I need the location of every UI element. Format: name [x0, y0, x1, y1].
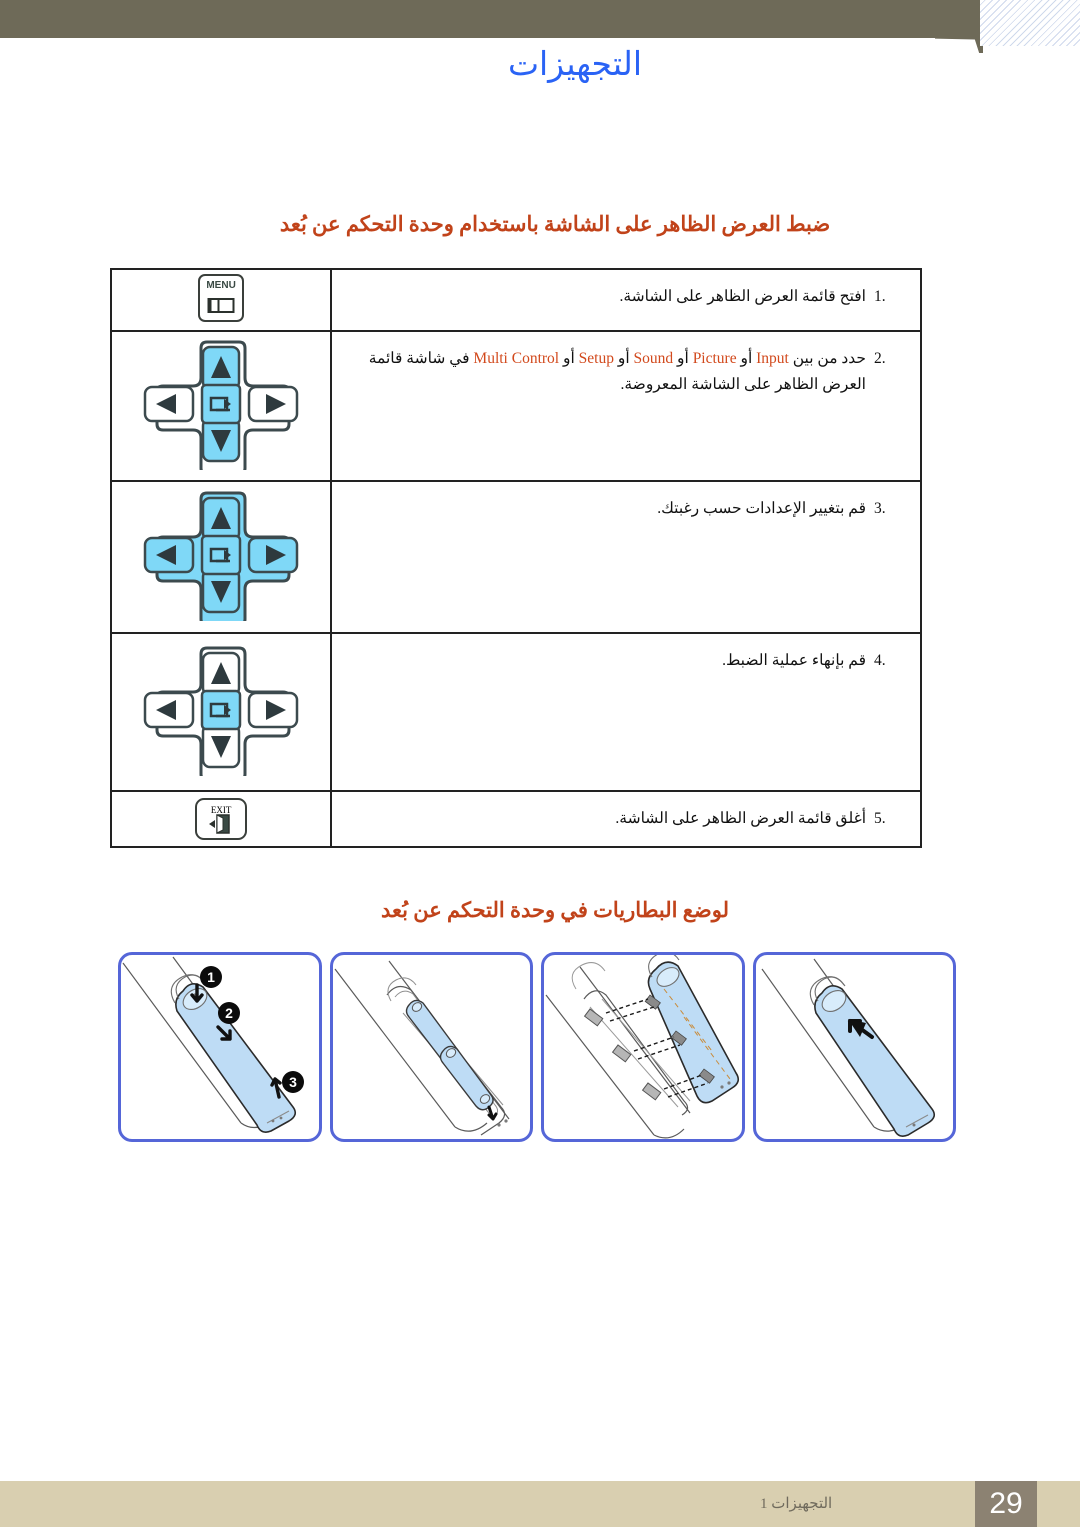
- step-3-number: 3.: [874, 500, 886, 517]
- option-picture: Picture: [692, 350, 737, 367]
- step-4-number: 4.: [874, 652, 886, 669]
- step-2-number: 2.: [874, 350, 886, 367]
- svg-text:1: 1: [207, 969, 215, 985]
- table-row: 2. حدد من بين Input أو Picture أو Sound …: [109, 330, 922, 482]
- step-2-text-before: حدد من بين: [792, 350, 866, 367]
- osd-section-heading: ضبط العرض الظاهر على الشاشة باستخدام وحد…: [0, 212, 1020, 237]
- exit-button-icon[interactable]: EXIT: [195, 798, 248, 840]
- sep-3: أو: [617, 350, 630, 367]
- step-4-cell: 4. قم بإنهاء عملية الضبط.: [330, 632, 922, 792]
- step-3-cell: 3. قم بتغيير الإعدادات حسب رغبتك.: [330, 480, 922, 634]
- step-5-number: 5.: [874, 810, 886, 827]
- step-1-cell: 1. افتح قائمة العرض الظاهر على الشاشة.: [330, 268, 922, 332]
- insert-batteries-illustration: [334, 960, 509, 1136]
- svg-text:3: 3: [289, 1074, 297, 1090]
- exit-door-glyph: [209, 814, 230, 834]
- menu-button-icon[interactable]: MENU: [198, 273, 245, 322]
- table-row: 3. قم بتغيير الإعدادات حسب رغبتك.: [109, 480, 922, 634]
- insert-batteries-panel: [329, 952, 533, 1142]
- option-sound: Sound: [633, 350, 674, 367]
- footer-section-label: التجهيزات 1: [760, 1496, 833, 1512]
- table-row: 5. أغلق قائمة العرض الظاهر على الشاشة. E…: [109, 790, 922, 848]
- step-4-icon-cell: [109, 632, 333, 792]
- osd-instructions-table: 1. افتح قائمة العرض الظاهر على الشاشة. M…: [109, 268, 922, 848]
- menu-bars-glyph: [207, 297, 235, 313]
- svg-text:2: 2: [225, 1005, 233, 1021]
- step-3-text: قم بتغيير الإعدادات حسب رغبتك.: [657, 500, 866, 517]
- sep-2: أو: [677, 350, 689, 367]
- remove-cover-illustration: 1 2 3: [122, 956, 304, 1133]
- header-bar: [0, 0, 1080, 38]
- align-cover-illustration: [545, 955, 740, 1139]
- step-1-text: افتح قائمة العرض الظاهر على الشاشة.: [619, 288, 866, 305]
- align-cover-panel: [541, 952, 745, 1142]
- table-row: 1. افتح قائمة العرض الظاهر على الشاشة. M…: [109, 268, 922, 332]
- battery-section-heading-text: لوضع البطاريات في وحدة التحكم عن بُعد: [380, 898, 729, 922]
- step-2-icon-cell: [109, 330, 333, 482]
- step-1-number: 1.: [874, 288, 886, 305]
- step-3-icon-cell: [109, 480, 333, 634]
- menu-button-label: MENU: [206, 279, 236, 291]
- option-input: Input: [756, 350, 789, 367]
- osd-section-heading-text: ضبط العرض الظاهر على الشاشة باستخدام وحد…: [279, 212, 831, 236]
- dpad-enter-icon[interactable]: [136, 644, 306, 776]
- dpad-all-icon[interactable]: [136, 489, 306, 621]
- page-number-badge: 29: [975, 1481, 1037, 1527]
- sep-1: أو: [740, 350, 753, 367]
- remove-cover-panel: 1 2 3: [118, 952, 322, 1142]
- sep-4: أو: [562, 350, 575, 367]
- step-5-icon-cell: EXIT: [109, 790, 333, 848]
- step-2-cell: 2. حدد من بين Input أو Picture أو Sound …: [330, 330, 922, 482]
- header-hatch-pattern: [980, 0, 1080, 46]
- option-multi-control: Multi Control: [473, 350, 560, 367]
- slide-cover-illustration: [761, 958, 935, 1137]
- dpad-up-down-enter-icon[interactable]: [136, 338, 306, 470]
- step-2-text: حدد من بين Input أو Picture أو Sound أو …: [346, 346, 866, 397]
- step-5-text: أغلق قائمة العرض الظاهر على الشاشة.: [615, 810, 866, 827]
- step-5-cell: 5. أغلق قائمة العرض الظاهر على الشاشة.: [330, 790, 922, 848]
- slide-cover-panel: [752, 952, 956, 1142]
- battery-illustration-panels: 1 2 3: [118, 952, 956, 1142]
- document-page: التجهيزات ضبط العرض الظاهر على الشاشة با…: [0, 0, 1080, 1527]
- step-1-icon-cell: MENU: [109, 268, 333, 332]
- page-title-text: التجهيزات: [507, 47, 643, 83]
- option-setup: Setup: [578, 350, 614, 367]
- step-4-text: قم بإنهاء عملية الضبط.: [722, 652, 866, 669]
- page-title: التجهيزات: [0, 44, 1020, 84]
- battery-section-heading: لوضع البطاريات في وحدة التحكم عن بُعد: [0, 898, 1020, 923]
- table-row: 4. قم بإنهاء عملية الضبط.: [109, 632, 922, 792]
